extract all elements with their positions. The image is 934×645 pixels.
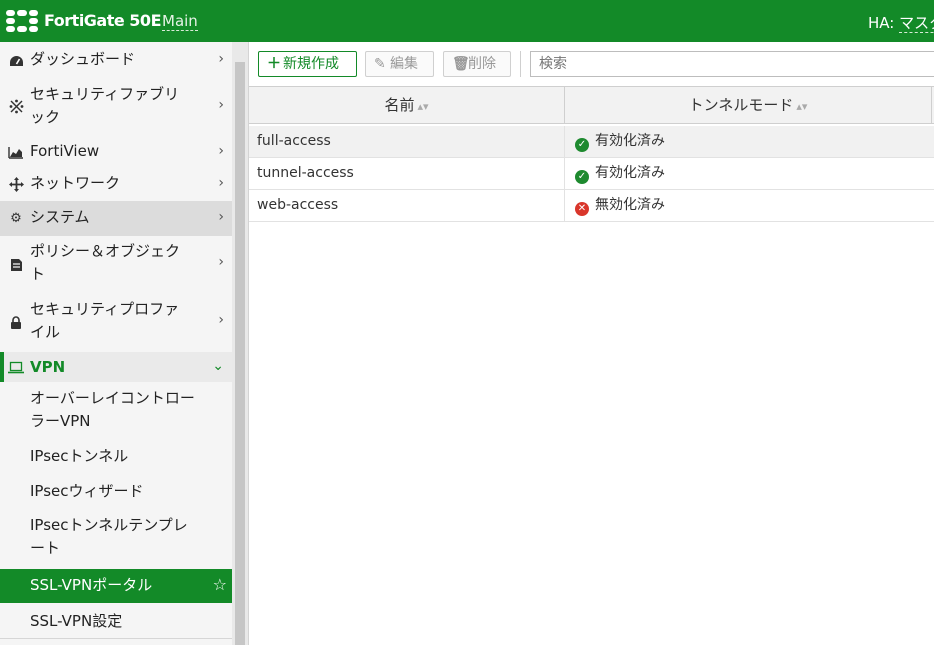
table-row[interactable]: tunnel-access ✓ 有効化済み bbox=[249, 158, 934, 190]
pencil-icon: ✎ bbox=[374, 56, 386, 72]
tunnel-mode-cell: ✓ 有効化済み bbox=[575, 126, 665, 157]
sidebar-item-fortiview[interactable]: FortiView › bbox=[0, 139, 232, 165]
sidebar-item-policy-objects[interactable]: ポリシー＆オブジェクト › bbox=[0, 239, 232, 289]
tunnel-mode-status: 有効化済み bbox=[595, 165, 665, 181]
fortinet-logo-icon[interactable] bbox=[6, 10, 38, 32]
column-header-label: トンネルモード bbox=[688, 96, 794, 114]
vdom-selector[interactable]: Main bbox=[162, 12, 198, 31]
sidebar-item-label: ポリシー＆オブジェクト bbox=[30, 242, 181, 283]
portal-name: full-access bbox=[257, 133, 331, 149]
table-row[interactable]: full-access ✓ 有効化済み bbox=[249, 126, 934, 158]
sidebar-subitem-ipsec-template[interactable]: IPsecトンネルテンプレート bbox=[0, 512, 232, 562]
laptop-icon bbox=[8, 359, 24, 375]
sidebar-item-label: ダッシュボード bbox=[30, 50, 136, 68]
sidebar-item-label: FortiView bbox=[30, 142, 100, 160]
sort-icon: ▴▾ bbox=[417, 100, 429, 113]
chevron-right-icon: › bbox=[218, 254, 224, 270]
ha-status[interactable]: HA: マスタ bbox=[868, 12, 934, 33]
column-header-tunnel-mode[interactable]: トンネルモード ▴▾ bbox=[565, 87, 932, 123]
tunnel-mode-status: 無効化済み bbox=[595, 197, 665, 213]
policy-icon bbox=[8, 257, 24, 273]
chevron-right-icon: › bbox=[218, 209, 224, 225]
sidebar-item-label: システム bbox=[30, 208, 90, 226]
sort-icon: ▴▾ bbox=[796, 100, 808, 113]
fabric-icon bbox=[8, 98, 24, 114]
sidebar-subitem-label: SSL-VPN設定 bbox=[30, 612, 123, 630]
portal-name: web-access bbox=[257, 197, 339, 213]
ha-label: HA: bbox=[868, 14, 895, 32]
lock-icon bbox=[8, 315, 24, 331]
star-icon[interactable]: ☆ bbox=[213, 575, 227, 594]
tunnel-mode-cell: ✕ 無効化済み bbox=[575, 190, 665, 221]
toolbar-separator bbox=[520, 51, 521, 77]
table-header: 名前 ▴▾ トンネルモード ▴▾ bbox=[249, 86, 934, 124]
table-row[interactable]: web-access ✕ 無効化済み bbox=[249, 190, 934, 222]
delete-button[interactable]: 🗑︎削除 bbox=[443, 51, 511, 77]
chevron-down-icon: ⌄ bbox=[212, 358, 224, 374]
column-separator bbox=[564, 190, 565, 221]
edit-label: 編集 bbox=[390, 56, 418, 72]
check-circle-icon: ✓ bbox=[575, 170, 589, 184]
sidebar-subitem-ipsec-wizard[interactable]: IPsecウィザード bbox=[0, 477, 232, 507]
ha-value: マスタ bbox=[899, 14, 934, 33]
column-separator bbox=[564, 126, 565, 157]
chevron-right-icon: › bbox=[218, 143, 224, 159]
gear-icon: ⚙ bbox=[10, 210, 22, 226]
column-header-name[interactable]: 名前 ▴▾ bbox=[249, 87, 565, 123]
sidebar-subitem-ssl-vpn-portals[interactable]: SSL-VPNポータル ☆ bbox=[0, 569, 232, 603]
sidebar-subitem-ssl-vpn-settings[interactable]: SSL-VPN設定 bbox=[0, 605, 232, 639]
chevron-right-icon: › bbox=[218, 312, 224, 328]
create-new-label: 新規作成 bbox=[283, 56, 339, 72]
chevron-right-icon: › bbox=[218, 51, 224, 67]
chevron-right-icon: › bbox=[218, 175, 224, 191]
sidebar-scrollbar-thumb[interactable] bbox=[235, 62, 245, 645]
sidebar-subitem-label: IPsecウィザード bbox=[30, 482, 144, 500]
sidebar-subitem-ipsec-tunnels[interactable]: IPsecトンネル bbox=[0, 442, 232, 472]
sidebar-subitem-overlay-vpn[interactable]: オーバーレイコントローラーVPN bbox=[0, 386, 232, 436]
tunnel-mode-cell: ✓ 有効化済み bbox=[575, 158, 665, 189]
portal-name: tunnel-access bbox=[257, 165, 354, 181]
sidebar-item-label: セキュリティファブリック bbox=[30, 85, 180, 126]
sidebar-item-network[interactable]: ネットワーク › bbox=[0, 170, 232, 198]
chevron-right-icon: › bbox=[218, 97, 224, 113]
tunnel-mode-status: 有効化済み bbox=[595, 133, 665, 149]
sidebar-subitem-label: オーバーレイコントローラーVPN bbox=[30, 389, 195, 430]
sidebar: ダッシュボード › セキュリティファブリック › FortiView › ネット… bbox=[0, 42, 232, 645]
trash-icon: 🗑︎ bbox=[452, 56, 470, 72]
sidebar-item-label: VPN bbox=[30, 358, 66, 376]
plus-icon: ＋ bbox=[267, 56, 281, 72]
edit-button[interactable]: ✎ 編集 bbox=[365, 51, 434, 77]
sidebar-item-system[interactable]: ⚙ システム › bbox=[0, 201, 232, 236]
search-input[interactable] bbox=[530, 51, 934, 77]
product-name: FortiGate 50E bbox=[44, 11, 162, 30]
x-circle-icon: ✕ bbox=[575, 202, 589, 216]
check-circle-icon: ✓ bbox=[575, 138, 589, 152]
sidebar-subitem-label: IPsecトンネルテンプレート bbox=[30, 516, 188, 557]
sidebar-subitem-label: SSL-VPNポータル bbox=[30, 576, 153, 594]
sidebar-item-security-profiles[interactable]: セキュリティプロファイル › bbox=[0, 297, 232, 347]
sidebar-item-label: セキュリティプロファイル bbox=[30, 300, 180, 341]
dashboard-icon bbox=[8, 53, 24, 69]
delete-label: 削除 bbox=[468, 56, 496, 72]
sidebar-item-label: ネットワーク bbox=[30, 174, 121, 192]
sidebar-item-dashboard[interactable]: ダッシュボード › bbox=[0, 47, 232, 73]
sidebar-item-security-fabric[interactable]: セキュリティファブリック › bbox=[0, 82, 232, 132]
create-new-button[interactable]: ＋新規作成 bbox=[258, 51, 357, 77]
column-separator bbox=[564, 158, 565, 189]
column-header-label: 名前 bbox=[384, 96, 415, 114]
sidebar-item-vpn[interactable]: VPN ⌄ bbox=[0, 352, 232, 382]
sidebar-subitem-label: IPsecトンネル bbox=[30, 447, 129, 465]
top-bar: FortiGate 50E Main HA: マスタ bbox=[0, 0, 934, 42]
chart-icon bbox=[8, 144, 24, 160]
network-icon bbox=[8, 176, 24, 192]
